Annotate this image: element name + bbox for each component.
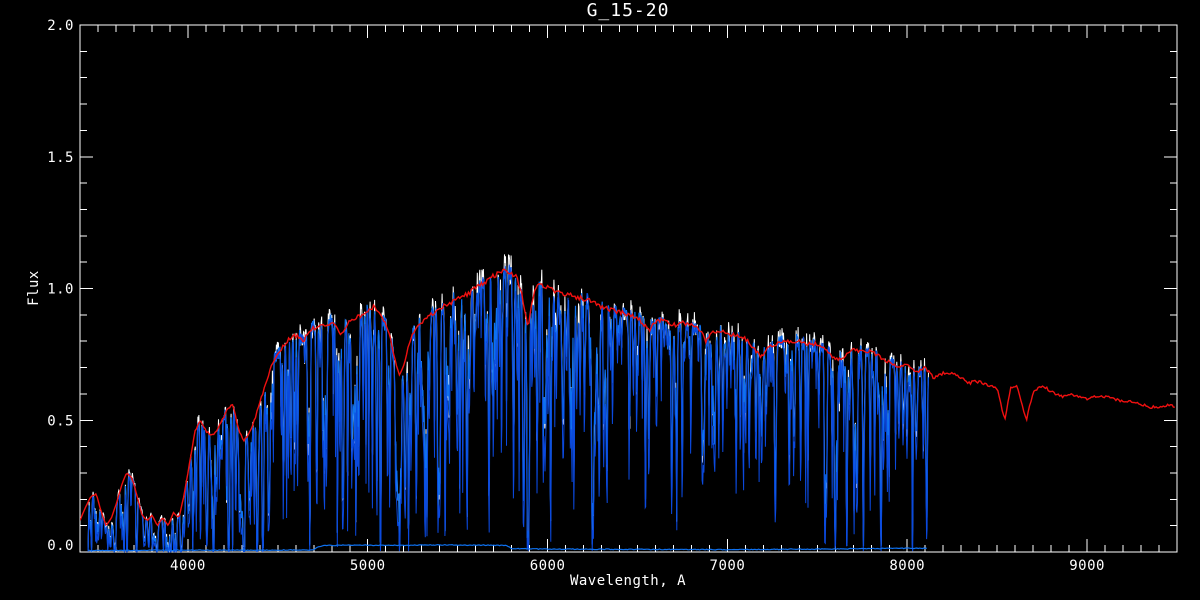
- y-tick-label: 0.0: [47, 538, 74, 554]
- y-axis-label: Flux: [26, 270, 42, 306]
- spectrum-chart: 4000 5000 6000 7000 8000 90000.00.51.01.52.0 …: [26, 0, 1178, 589]
- series-template: [80, 268, 1175, 527]
- plot-window: 4000 5000 6000 7000 8000 9000 0.0 0.5 1.0 1.5 2.0 …: [0, 0, 1200, 600]
- y-tick-label: 1.0: [47, 282, 74, 298]
- y-tick-label: 1.5: [47, 150, 74, 166]
- series-deep-absorption: [87, 264, 929, 553]
- x-tick-label: 5000: [350, 558, 386, 574]
- chart-title: G_15-20: [587, 0, 670, 21]
- x-tick-label: 6000: [530, 558, 566, 574]
- x-tick-label: 7000: [710, 558, 746, 574]
- data-series: [80, 254, 1175, 553]
- x-tick-label: 9000: [1069, 558, 1105, 574]
- x-tick-label: 4000: [170, 558, 206, 574]
- y-tick-label: 2.0: [47, 18, 74, 34]
- y-tick-label: 0.5: [47, 413, 74, 429]
- x-tick-label: 8000: [889, 558, 925, 574]
- x-axis-label: Wavelength, A: [570, 573, 686, 589]
